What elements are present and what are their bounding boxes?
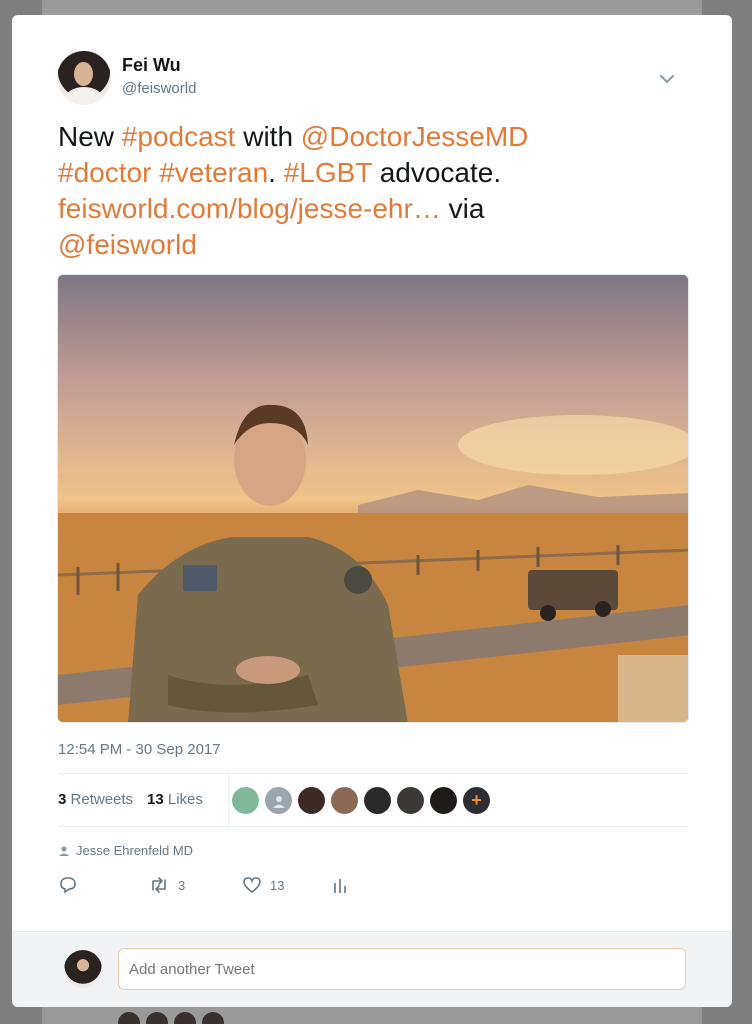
- plus-icon[interactable]: +: [463, 787, 490, 814]
- retweet-icon: [152, 877, 166, 893]
- liker-avatar[interactable]: [232, 787, 259, 814]
- hashtag-doctor[interactable]: #doctor: [58, 157, 151, 188]
- reply-bar: [12, 931, 732, 1007]
- context-author: Jesse Ehrenfeld MD: [76, 843, 194, 858]
- likes-count: 13: [147, 791, 164, 808]
- tweet-text: New #podcast with @DoctorJesseMD #doctor…: [58, 119, 678, 263]
- photo-illustration: [58, 275, 688, 722]
- text-word: with: [235, 121, 301, 152]
- user-icon: [59, 846, 69, 856]
- like-button[interactable]: 13: [242, 875, 284, 895]
- reply-button[interactable]: [58, 875, 78, 895]
- background-avatars: [118, 1012, 224, 1024]
- analytics-button[interactable]: [332, 875, 348, 895]
- reply-icon: [60, 877, 76, 894]
- likers-avatars: +: [232, 787, 490, 814]
- tweet-header: Fei Wu @feisworld: [57, 51, 677, 105]
- likes-stat[interactable]: 13 Likes: [147, 791, 203, 808]
- tweet-context[interactable]: Jesse Ehrenfeld MD: [58, 843, 193, 858]
- author-avatar[interactable]: [57, 51, 111, 105]
- retweet-button[interactable]: 3: [148, 875, 185, 895]
- liker-avatar[interactable]: [430, 787, 457, 814]
- text-word: advocate.: [371, 157, 502, 188]
- retweet-action-count: 3: [178, 877, 186, 893]
- like-action-count: 13: [270, 877, 285, 893]
- mention-doctorjessemd[interactable]: @DoctorJesseMD: [301, 121, 529, 152]
- tweet-actions: 3 13: [58, 875, 458, 899]
- analytics-icon: [334, 879, 346, 893]
- retweets-count: 3: [58, 791, 67, 808]
- hashtag-lgbt[interactable]: #LGBT: [284, 157, 372, 188]
- caret-down-icon[interactable]: [657, 69, 677, 89]
- mention-feisworld[interactable]: @feisworld: [58, 229, 197, 260]
- add-tweet-input[interactable]: [118, 948, 686, 990]
- tweet-photo[interactable]: [57, 274, 689, 723]
- hashtag-podcast[interactable]: #podcast: [122, 121, 236, 152]
- text-word: via: [440, 193, 485, 224]
- liker-avatar[interactable]: [331, 787, 358, 814]
- retweets-stat[interactable]: 3 Retweets: [58, 791, 133, 808]
- retweets-label: Retweets: [70, 791, 134, 808]
- stats-divider: [228, 774, 229, 827]
- text-word: New: [58, 121, 122, 152]
- likes-label: Likes: [167, 791, 203, 808]
- tweet-timestamp[interactable]: 12:54 PM - 30 Sep 2017: [58, 741, 221, 758]
- liker-avatar[interactable]: [397, 787, 424, 814]
- liker-avatar[interactable]: [298, 787, 325, 814]
- blog-link[interactable]: feisworld.com/blog/jesse-ehr…: [58, 193, 441, 224]
- tweet-stats: 3 Retweets 13 Likes +: [58, 773, 688, 827]
- user-icon: [272, 795, 285, 808]
- liker-avatar[interactable]: [364, 787, 391, 814]
- text-word: .: [268, 157, 284, 188]
- tweet-modal: Fei Wu @feisworld New #podcast with @Doc…: [12, 15, 732, 1007]
- author-handle[interactable]: @feisworld: [122, 80, 196, 97]
- liker-avatar[interactable]: [265, 787, 292, 814]
- current-user-avatar: [64, 950, 102, 988]
- author-name[interactable]: Fei Wu: [122, 55, 181, 76]
- hashtag-veteran[interactable]: #veteran: [159, 157, 268, 188]
- heart-icon: [243, 877, 261, 894]
